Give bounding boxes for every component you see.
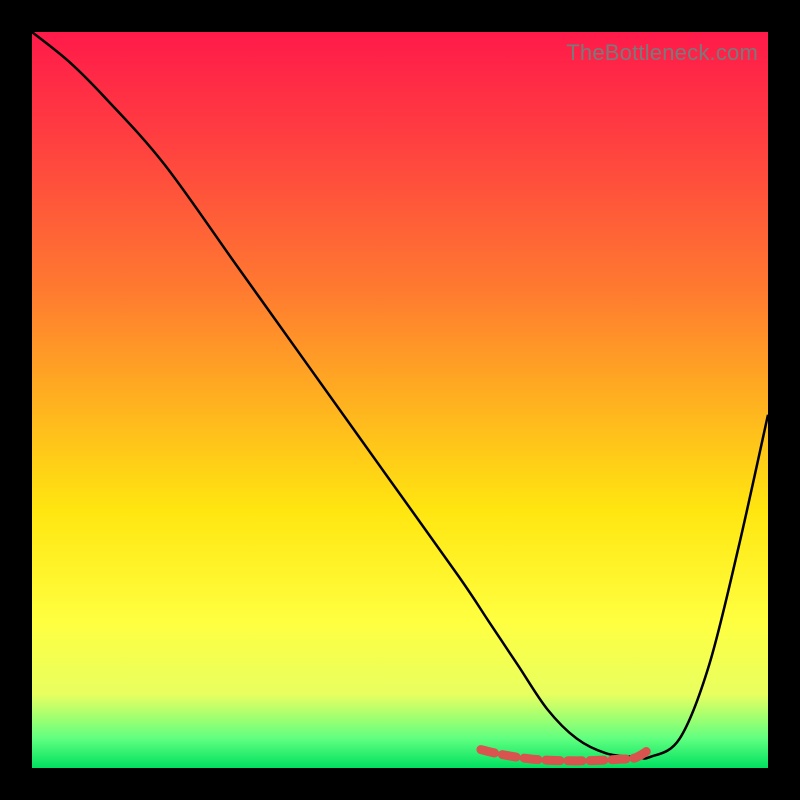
highlight-band-path — [481, 749, 650, 761]
bottleneck-curve-path — [32, 32, 768, 758]
curve-overlay — [32, 32, 768, 768]
chart-container: TheBottleneck.com — [0, 0, 800, 800]
watermark-text: TheBottleneck.com — [566, 40, 758, 66]
plot-area: TheBottleneck.com — [32, 32, 768, 768]
